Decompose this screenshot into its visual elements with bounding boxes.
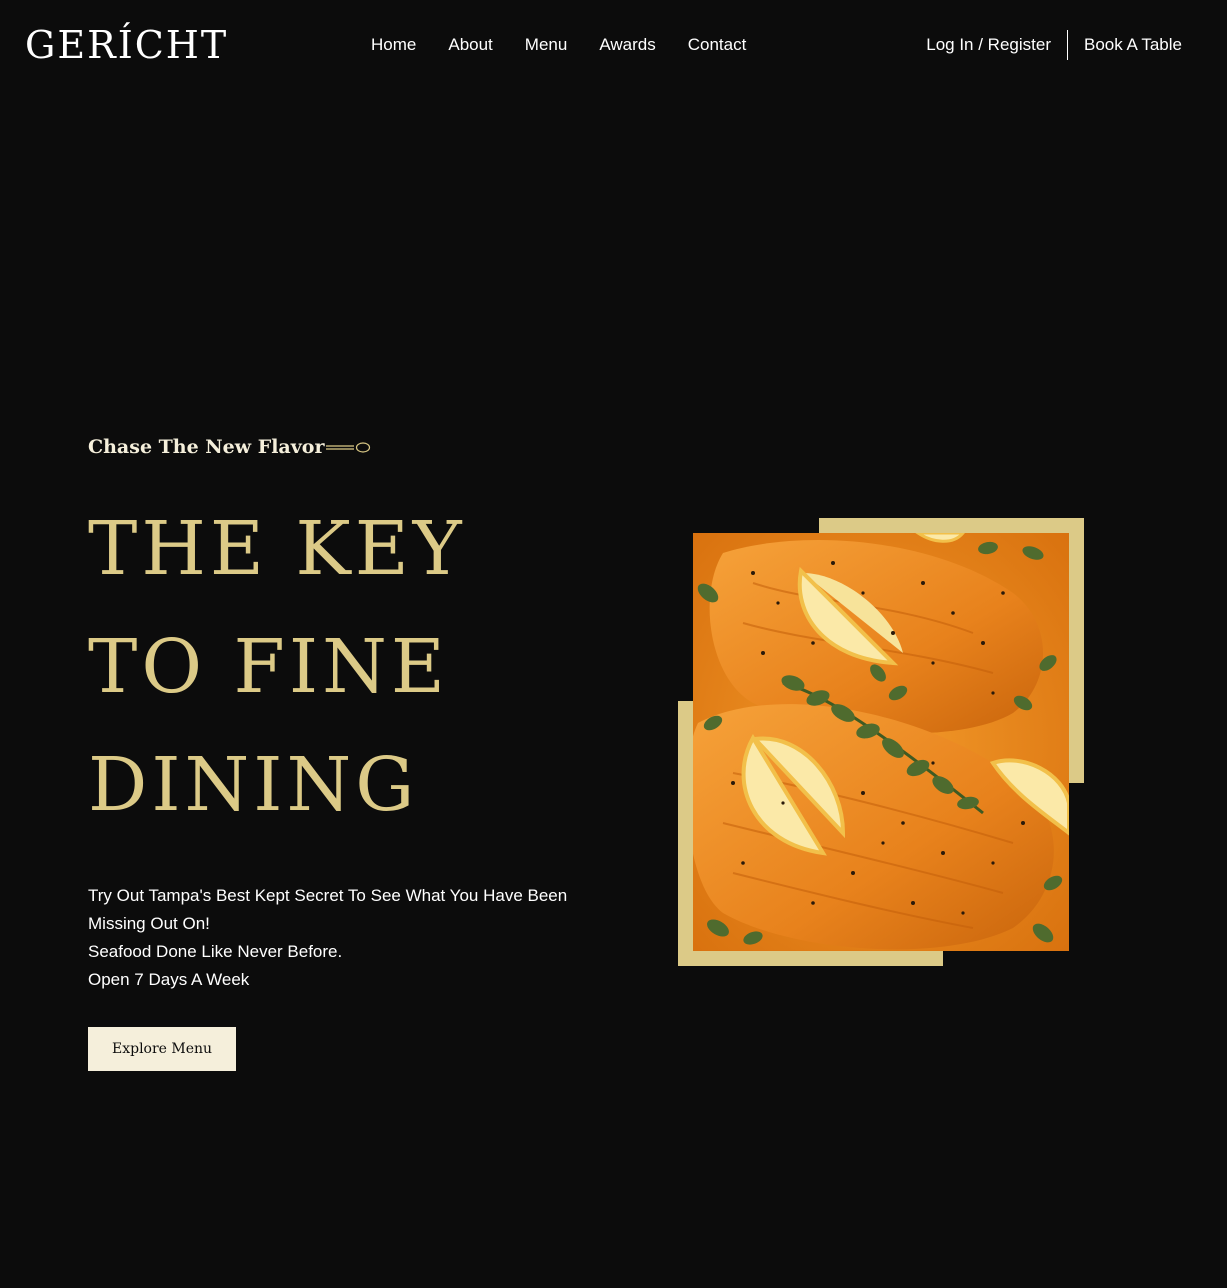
hero-image-block [678, 518, 1084, 966]
spoon-icon [326, 442, 371, 453]
description-line-3: Seafood Done Like Never Before. [88, 942, 343, 961]
description-line-4: Open 7 Days A Week [88, 970, 250, 989]
explore-menu-button[interactable]: Explore Menu [88, 1027, 237, 1071]
nav-actions: Log In / Register Book A Table [926, 30, 1182, 60]
headline-line-2: TO FINE [88, 624, 449, 710]
logo[interactable]: GERÍCHT [25, 20, 228, 70]
nav-link-contact[interactable]: Contact [688, 34, 747, 56]
hero-content: Chase The New Flavor THE KEY TO FINE DIN… [88, 432, 628, 1071]
nav-link-about[interactable]: About [448, 34, 492, 56]
description-line-2: Missing Out On! [88, 914, 210, 933]
book-table-link[interactable]: Book A Table [1084, 35, 1182, 55]
food-image [693, 533, 1069, 951]
navbar: GERÍCHT Home About Menu Awards Contact L… [0, 0, 1227, 90]
hero-description: Try Out Tampa's Best Kept Secret To See … [88, 882, 628, 994]
description-line-1: Try Out Tampa's Best Kept Secret To See … [88, 886, 568, 905]
nav-link-menu[interactable]: Menu [525, 34, 568, 56]
salmon-dish-illustration [693, 533, 1069, 951]
headline-line-3: DINING [88, 742, 419, 828]
headline-line-1: THE KEY [88, 506, 466, 592]
login-register-link[interactable]: Log In / Register [926, 35, 1051, 55]
nav-link-home[interactable]: Home [371, 34, 416, 56]
hero-headline: THE KEY TO FINE DINING [88, 490, 628, 844]
hero-subtitle-row: Chase The New Flavor [88, 432, 628, 462]
nav-divider [1067, 30, 1068, 60]
hero-subtitle: Chase The New Flavor [88, 436, 325, 458]
nav-links: Home About Menu Awards Contact [371, 34, 778, 56]
nav-link-awards[interactable]: Awards [599, 34, 655, 56]
